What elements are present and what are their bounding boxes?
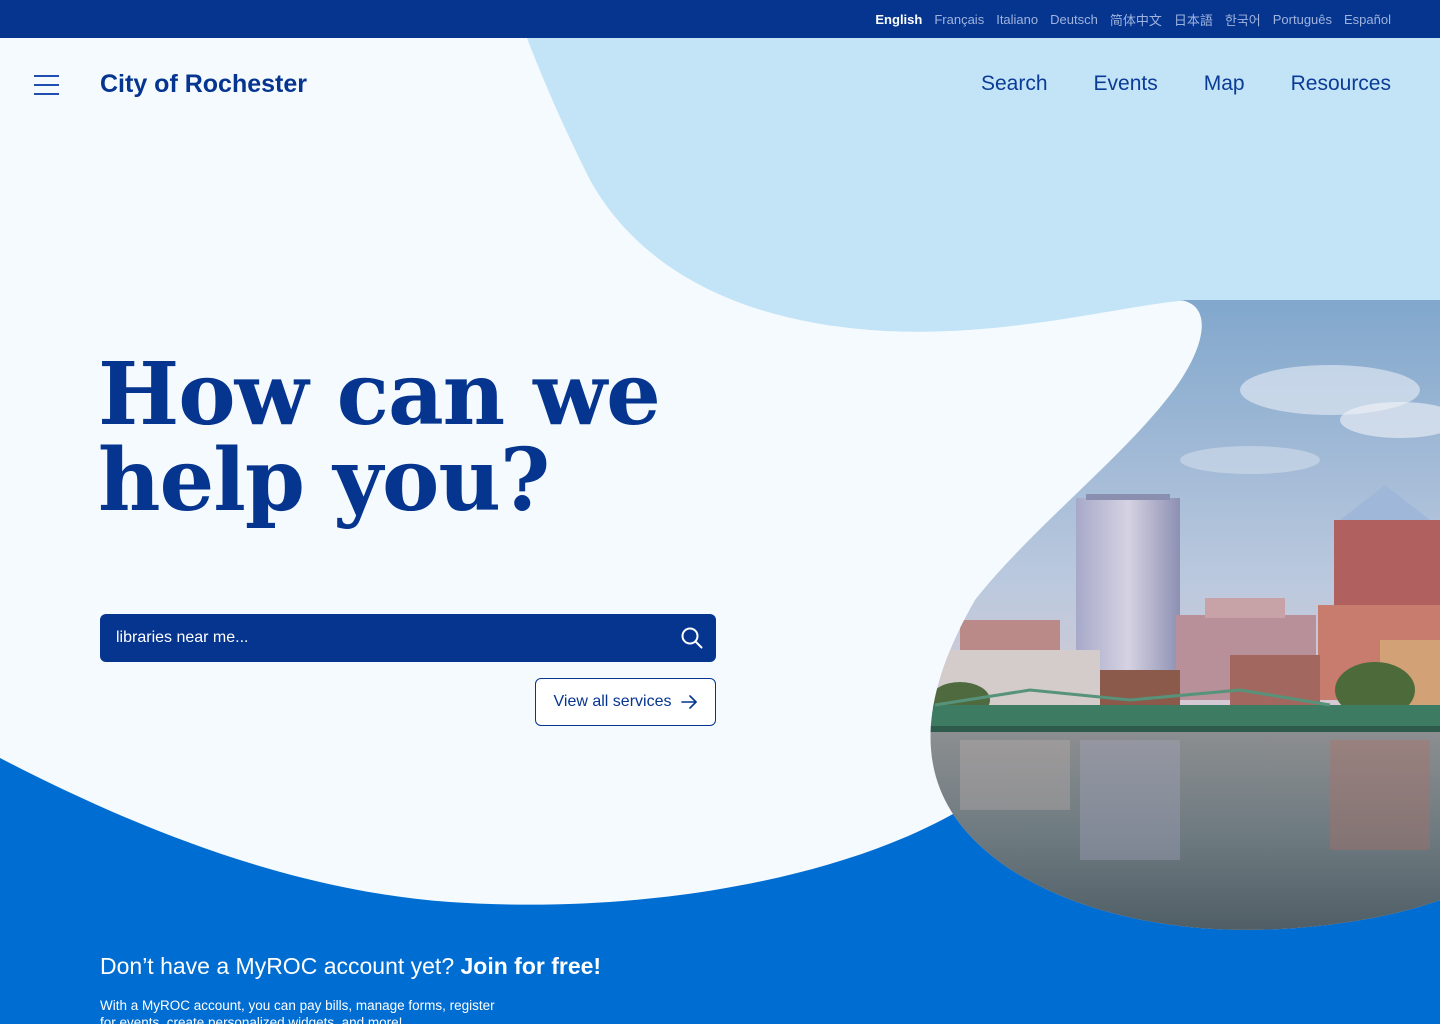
nav-search[interactable]: Search — [981, 72, 1048, 96]
lang-japanese[interactable]: 日本語 — [1174, 10, 1213, 29]
join-heading: Don’t have a MyROC account yet? Join for… — [100, 953, 601, 980]
language-bar: English Français Italiano Deutsch 简体中文 日… — [0, 0, 1440, 38]
nav-events[interactable]: Events — [1094, 72, 1158, 96]
site-logo[interactable]: City of Rochester — [100, 70, 307, 99]
search-bar — [100, 614, 716, 662]
hero-title: How can we help you? — [98, 352, 738, 524]
nav-map[interactable]: Map — [1204, 72, 1245, 96]
lang-korean[interactable]: 한국어 — [1225, 10, 1261, 29]
lang-german[interactable]: Deutsch — [1050, 12, 1098, 27]
menu-line — [34, 84, 59, 86]
arrow-right-icon — [681, 695, 698, 709]
lang-portuguese[interactable]: Português — [1273, 12, 1332, 27]
join-description: With a MyROC account, you can pay bills,… — [100, 998, 495, 1024]
hero-title-line2: help you? — [98, 430, 550, 531]
search-icon — [681, 627, 703, 649]
hero-title-line1: How can we — [98, 344, 661, 445]
hamburger-menu-icon[interactable] — [34, 75, 59, 95]
search-button[interactable] — [668, 614, 716, 662]
hero-background — [0, 38, 1440, 1024]
view-all-services-label: View all services — [553, 693, 672, 710]
lang-english[interactable]: English — [875, 12, 922, 27]
join-question: Don’t have a MyROC account yet? — [100, 953, 455, 979]
view-all-services-button[interactable]: View all services — [535, 678, 716, 726]
language-list: English Français Italiano Deutsch 简体中文 日… — [875, 0, 1391, 38]
search-input[interactable] — [100, 614, 668, 662]
lang-spanish[interactable]: Español — [1344, 12, 1391, 27]
lang-french[interactable]: Français — [934, 12, 984, 27]
menu-line — [34, 93, 59, 95]
nav-resources[interactable]: Resources — [1291, 72, 1391, 96]
lang-italian[interactable]: Italiano — [996, 12, 1038, 27]
main-nav: Search Events Map Resources — [981, 72, 1391, 96]
join-cta-link[interactable]: Join for free! — [461, 953, 602, 979]
lang-chinese[interactable]: 简体中文 — [1110, 10, 1162, 29]
skyline-photo — [930, 300, 1440, 930]
menu-line — [34, 75, 59, 77]
